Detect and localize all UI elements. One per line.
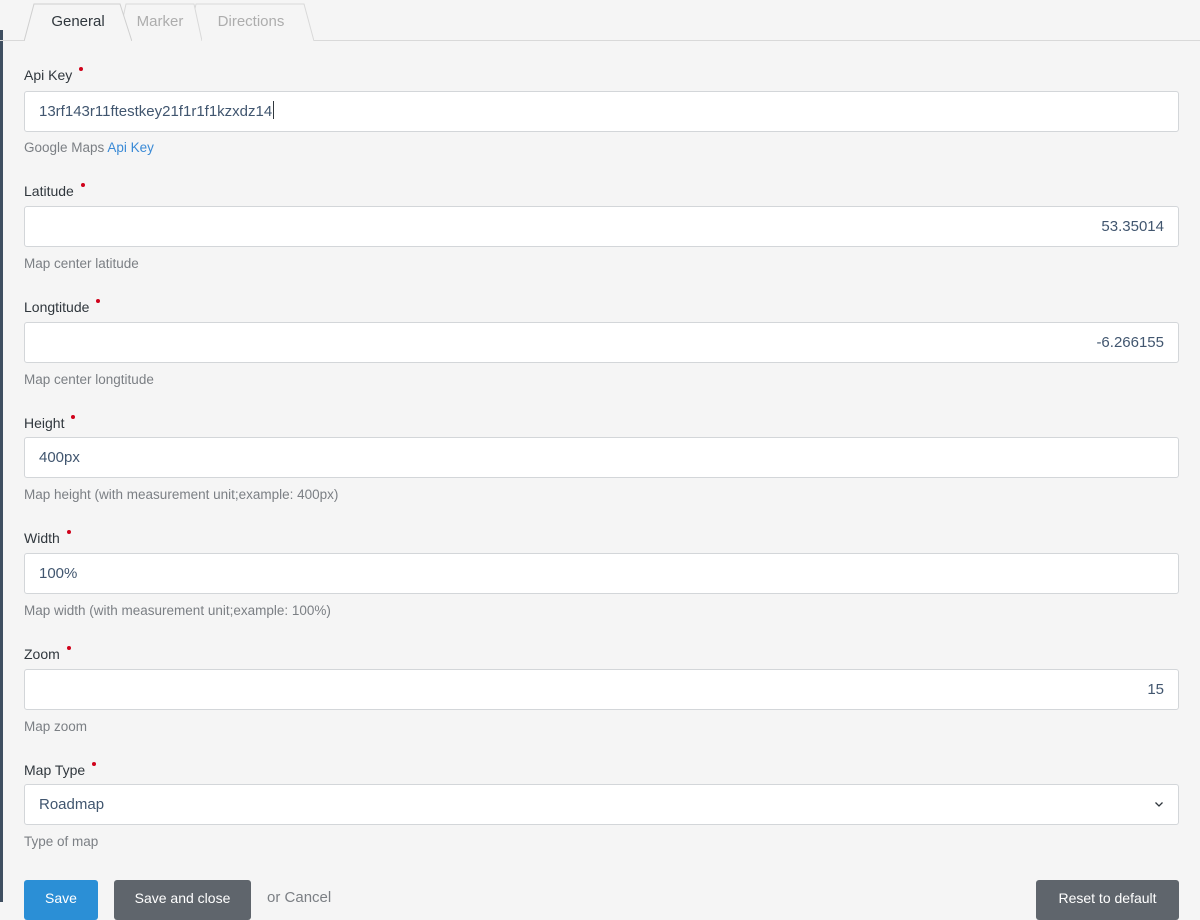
api-key-help: Google Maps Api Key <box>24 140 154 155</box>
chevron-down-icon <box>1155 802 1163 807</box>
tab-general-label: General <box>51 13 105 30</box>
required-indicator <box>92 762 97 766</box>
longitude-help: Map center longtitude <box>24 372 154 387</box>
required-indicator <box>66 646 71 650</box>
left-sidebar-edge <box>0 30 3 902</box>
zoom-input[interactable]: 15 <box>24 669 1179 710</box>
height-field: Height 400px Map height (with measuremen… <box>24 414 1179 502</box>
api-key-field: Api Key 13rf143r11ftestkey21f1r1f1kzxdz1… <box>24 66 1179 155</box>
longitude-label: Longtitude <box>24 298 1179 316</box>
tab-marker-label: Marker <box>136 13 184 30</box>
api-key-value: 13rf143r11ftestkey21f1r1f1kzxdz14 <box>39 103 273 120</box>
tab-directions[interactable]: Directions <box>188 3 314 41</box>
settings-panel: Directions Marker General Api Key 13rf14… <box>0 0 1200 920</box>
height-label: Height <box>24 414 1179 432</box>
required-indicator <box>71 415 76 419</box>
longitude-field: Longtitude -6.266155 Map center longtitu… <box>24 298 1179 387</box>
tab-directions-label: Directions <box>217 13 285 30</box>
required-indicator <box>96 299 101 303</box>
width-help: Map width (with measurement unit;example… <box>24 603 331 618</box>
api-key-label-text: Api Key <box>24 67 73 83</box>
cancel-link[interactable]: Cancel <box>285 889 332 906</box>
save-button[interactable]: Save <box>24 880 98 920</box>
zoom-label: Zoom <box>24 645 1179 663</box>
zoom-help: Map zoom <box>24 719 88 734</box>
latitude-label: Latitude <box>24 182 1179 200</box>
latitude-field: Latitude 53.35014 Map center latitude <box>24 182 1179 271</box>
width-field: Width 100% Map width (with measurement u… <box>24 529 1179 618</box>
api-key-input[interactable]: 13rf143r11ftestkey21f1r1f1kzxdz14 <box>24 91 1179 132</box>
text-caret <box>273 101 275 119</box>
map-type-help: Type of map <box>24 834 99 849</box>
latitude-label-text: Latitude <box>24 183 74 199</box>
height-input[interactable]: 400px <box>24 437 1179 478</box>
map-type-field: Map Type Roadmap Type of map <box>24 761 1179 849</box>
longitude-label-text: Longtitude <box>24 299 90 315</box>
map-type-select[interactable]: Roadmap <box>24 784 1179 825</box>
zoom-field: Zoom 15 Map zoom <box>24 645 1179 734</box>
tab-general[interactable]: General <box>24 3 132 41</box>
tab-bar: Directions Marker General <box>0 0 1200 41</box>
width-input[interactable]: 100% <box>24 553 1179 594</box>
map-type-selected-value: Roadmap <box>39 796 105 813</box>
save-and-close-button[interactable]: Save and close <box>114 880 251 920</box>
api-key-help-text: Google Maps <box>24 140 108 155</box>
reset-to-default-button[interactable]: Reset to default <box>1036 880 1179 920</box>
required-indicator <box>66 530 71 534</box>
latitude-help: Map center latitude <box>24 256 139 271</box>
height-label-text: Height <box>24 415 65 431</box>
map-type-label-text: Map Type <box>24 762 86 778</box>
or-text: or <box>267 889 285 906</box>
or-cancel: or Cancel <box>267 880 331 916</box>
map-type-label: Map Type <box>24 761 1179 779</box>
longitude-input[interactable]: -6.266155 <box>24 322 1179 363</box>
api-key-label: Api Key <box>24 66 1179 84</box>
width-label: Width <box>24 529 1179 547</box>
latitude-input[interactable]: 53.35014 <box>24 206 1179 247</box>
height-help: Map height (with measurement unit;exampl… <box>24 487 339 502</box>
api-key-help-link[interactable]: Api Key <box>107 140 154 155</box>
width-label-text: Width <box>24 530 60 546</box>
zoom-label-text: Zoom <box>24 646 60 662</box>
required-indicator <box>79 67 84 71</box>
required-indicator <box>80 183 85 187</box>
